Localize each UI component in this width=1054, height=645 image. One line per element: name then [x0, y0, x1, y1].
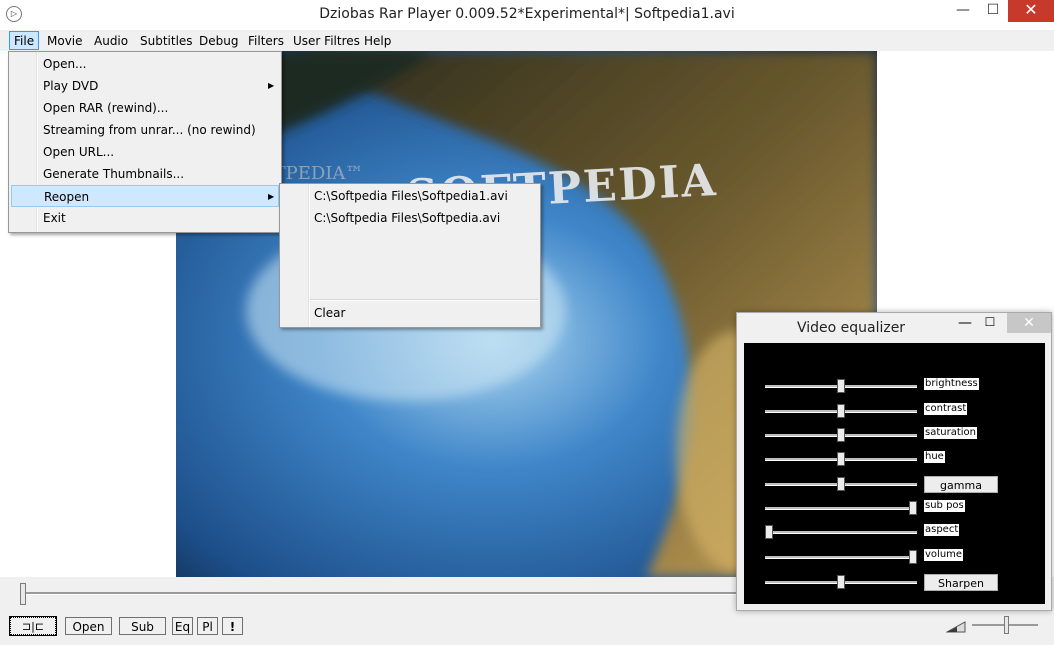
aspect-slider-thumb[interactable]: [765, 525, 773, 539]
menu-bar: File Movie Audio Subtitles Debug Filters…: [0, 30, 1054, 51]
volume-eq-label: volume: [924, 549, 964, 561]
close-button[interactable]: ✕: [1008, 0, 1054, 22]
hue-slider-thumb[interactable]: [837, 452, 845, 466]
info-button[interactable]: !: [222, 617, 243, 635]
aspect-label: aspect: [924, 524, 960, 536]
sub-pos-label: sub pos: [924, 500, 965, 512]
sub-button[interactable]: Sub: [119, 617, 166, 635]
menu-subtitles[interactable]: Subtitles: [136, 32, 197, 50]
menu-item-label: Generate Thumbnails...: [43, 167, 185, 181]
sharpen-now-button[interactable]: Sharpen Now: [924, 574, 998, 607]
play-pause-button[interactable]: ⊐|⊏: [9, 616, 57, 636]
menu-filters[interactable]: Filters: [244, 32, 288, 50]
recent-file-item[interactable]: C:\Softpedia Files\Softpedia.avi: [314, 207, 500, 229]
equalizer-title: Video equalizer: [796, 320, 906, 336]
contrast-label: contrast: [924, 403, 968, 415]
reopen-submenu: C:\Softpedia Files\Softpedia1.avi C:\Sof…: [279, 183, 541, 328]
brightness-label: brightness: [924, 378, 979, 390]
menu-user-filtres[interactable]: User Filtres: [289, 32, 364, 50]
hue-label: hue: [924, 451, 945, 463]
menu-item-label: Play DVD: [43, 79, 99, 93]
open-button[interactable]: Open: [65, 617, 112, 635]
menu-item-open-rar[interactable]: Open RAR (rewind)...: [10, 97, 280, 119]
menu-separator: [310, 299, 538, 301]
equalizer-minimize-button[interactable]: —: [955, 315, 975, 331]
aspect-slider-track[interactable]: [765, 531, 917, 534]
file-menu-dropdown: Open... Play DVD ▶ Open RAR (rewind)... S…: [8, 51, 282, 233]
volume-eq-slider-thumb[interactable]: [909, 550, 917, 564]
video-equalizer-window: Video equalizer — ☐ ✕ brightness contras…: [736, 312, 1052, 611]
menu-item-streaming[interactable]: Streaming from unrar... (no rewind): [10, 119, 280, 141]
sharpen-slider-thumb[interactable]: [837, 575, 845, 589]
minimize-button[interactable]: —: [948, 0, 978, 22]
volume-icon: [946, 621, 966, 633]
eq-button[interactable]: Eq: [172, 617, 193, 635]
menu-item-label: Open URL...: [43, 145, 115, 159]
playlist-button[interactable]: Pl: [197, 617, 218, 635]
contrast-slider-thumb[interactable]: [837, 404, 845, 418]
gamma-slider-thumb[interactable]: [837, 477, 845, 491]
menu-icon-column-separator: [308, 184, 310, 327]
brightness-slider-thumb[interactable]: [837, 379, 845, 393]
menu-item-open[interactable]: Open...: [10, 53, 280, 75]
gamma-button[interactable]: gamma: [924, 476, 998, 493]
volume-slider-thumb[interactable]: [1004, 616, 1010, 634]
menu-item-label: Open...: [43, 57, 87, 71]
equalizer-close-button[interactable]: ✕: [1007, 313, 1051, 333]
menu-item-label: Reopen: [44, 190, 90, 204]
equalizer-panel: brightness contrast saturation hue gamma…: [744, 343, 1045, 607]
sub-pos-slider-track[interactable]: [765, 507, 917, 510]
title-bar: ▷ Dziobas Rar Player 0.009.52*Experiment…: [0, 0, 1054, 31]
menu-item-reopen[interactable]: Reopen ▶: [11, 185, 279, 207]
window-title: Dziobas Rar Player 0.009.52*Experimental…: [319, 6, 735, 22]
submenu-arrow-icon: ▶: [268, 192, 275, 201]
menu-item-play-dvd[interactable]: Play DVD ▶: [10, 75, 280, 97]
menu-file[interactable]: File: [9, 31, 40, 50]
sub-pos-slider-thumb[interactable]: [909, 501, 917, 515]
menu-item-exit[interactable]: Exit: [10, 207, 280, 229]
menu-item-generate-thumbnails[interactable]: Generate Thumbnails...: [10, 163, 280, 185]
menu-movie[interactable]: Movie: [43, 32, 87, 50]
menu-debug[interactable]: Debug: [195, 32, 242, 50]
menu-audio[interactable]: Audio: [90, 32, 132, 50]
menu-item-open-url[interactable]: Open URL...: [10, 141, 280, 163]
equalizer-maximize-button[interactable]: ☐: [980, 315, 1000, 329]
clear-recent-item[interactable]: Clear: [314, 302, 345, 324]
menu-help[interactable]: Help: [360, 32, 395, 50]
submenu-arrow-icon: ▶: [268, 81, 275, 90]
recent-file-item[interactable]: C:\Softpedia Files\Softpedia1.avi: [314, 185, 508, 207]
volume-eq-slider-track[interactable]: [765, 556, 917, 559]
maximize-button[interactable]: ☐: [978, 0, 1008, 22]
seek-bar-thumb[interactable]: [20, 583, 26, 605]
menu-item-label: Exit: [43, 211, 66, 225]
saturation-label: saturation: [924, 427, 977, 439]
menu-item-label: Open RAR (rewind)...: [43, 101, 169, 115]
menu-item-label: Streaming from unrar... (no rewind): [43, 123, 256, 137]
saturation-slider-thumb[interactable]: [837, 428, 845, 442]
